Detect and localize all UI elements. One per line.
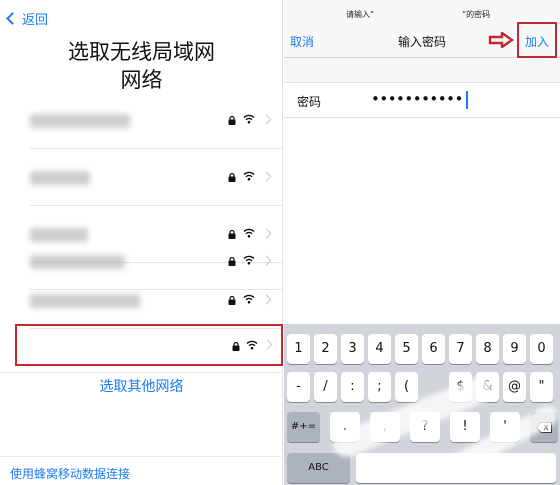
key[interactable]: 7	[449, 334, 472, 364]
chevron-left-icon	[6, 12, 19, 25]
wifi-icon	[246, 340, 258, 350]
key[interactable]: "	[530, 372, 553, 402]
network-name-blurred	[30, 171, 90, 185]
key[interactable]: :	[341, 372, 364, 402]
key[interactable]: ;	[368, 372, 391, 402]
choose-other-network-link[interactable]: 选取其他网络	[0, 376, 283, 396]
key[interactable]: 4	[368, 334, 391, 364]
join-button-highlight: 加入	[517, 22, 557, 58]
network-row[interactable]	[30, 149, 283, 206]
page-title-line2: 网络	[120, 68, 163, 92]
key[interactable]: (	[395, 372, 418, 402]
key[interactable]: 6	[422, 334, 445, 364]
divider	[0, 372, 283, 373]
back-button[interactable]: 返回	[6, 9, 48, 28]
chevron-right-icon	[262, 339, 273, 350]
key[interactable]: /	[314, 372, 337, 402]
chevron-right-icon	[261, 171, 272, 182]
password-label: 密码	[297, 95, 322, 109]
key[interactable]: 8	[476, 334, 499, 364]
nav-title: 输入密码	[398, 35, 447, 49]
key[interactable]: 3	[341, 334, 364, 364]
key[interactable]: !	[450, 412, 480, 442]
keyboard: 1 2 3 4 5 6 7 8 9 0 - / : ; ( $ & @ " #+…	[284, 324, 560, 485]
divider	[0, 456, 283, 457]
navigation-bar: 请输入“ ”的密码 取消 输入密码 加入	[284, 0, 560, 58]
key[interactable]: 0	[530, 334, 553, 364]
abc-key[interactable]: ABC	[287, 453, 350, 483]
cancel-button[interactable]: 取消	[290, 33, 314, 50]
lock-icon	[228, 173, 236, 182]
wifi-icon	[243, 255, 255, 265]
key[interactable]: 9	[503, 334, 526, 364]
selected-network-row[interactable]	[15, 324, 283, 366]
network-row[interactable]	[30, 92, 283, 149]
network-name-blurred	[30, 255, 125, 269]
content-area	[284, 118, 560, 332]
prompt-text-right: ”的密码	[462, 10, 491, 19]
lock-icon	[228, 257, 236, 266]
symbols-key[interactable]: #+=	[287, 412, 320, 442]
wifi-icon	[243, 294, 255, 304]
page-title-line1: 选取无线局域网	[68, 40, 215, 64]
key[interactable]: 1	[287, 334, 310, 364]
chevron-right-icon	[261, 114, 272, 125]
network-name-blurred	[30, 294, 140, 308]
password-entry-panel: 请输入“ ”的密码 取消 输入密码 加入 密码 ••••••••••• 1 2 …	[284, 0, 560, 485]
key[interactable]: 5	[395, 334, 418, 364]
arrow-right-icon	[488, 32, 514, 48]
key[interactable]: -	[287, 372, 310, 402]
lock-icon	[228, 296, 236, 305]
network-name-blurred	[30, 114, 130, 128]
prompt-text-left: 请输入“	[346, 10, 375, 19]
page-title: 选取无线局域网 网络	[0, 38, 283, 94]
lock-icon	[228, 116, 236, 125]
chevron-right-icon	[261, 255, 272, 266]
key[interactable]: @	[503, 372, 526, 402]
network-row[interactable]	[30, 272, 283, 329]
wifi-icon	[243, 114, 255, 124]
back-label: 返回	[22, 13, 49, 28]
key[interactable]: 2	[314, 334, 337, 364]
password-row[interactable]: 密码 •••••••••••	[284, 82, 560, 118]
wifi-icon	[243, 171, 255, 181]
lock-icon	[232, 342, 240, 351]
chevron-right-icon	[261, 294, 272, 305]
text-caret	[466, 91, 468, 109]
join-button[interactable]: 加入	[525, 33, 549, 50]
wifi-network-list-panel: 返回 选取无线局域网 网络 选取其他网络 使用蜂窝移动数据连接	[0, 0, 283, 485]
password-field[interactable]: •••••••••••	[371, 90, 463, 108]
use-cellular-data-link[interactable]: 使用蜂窝移动数据连接	[10, 465, 130, 482]
